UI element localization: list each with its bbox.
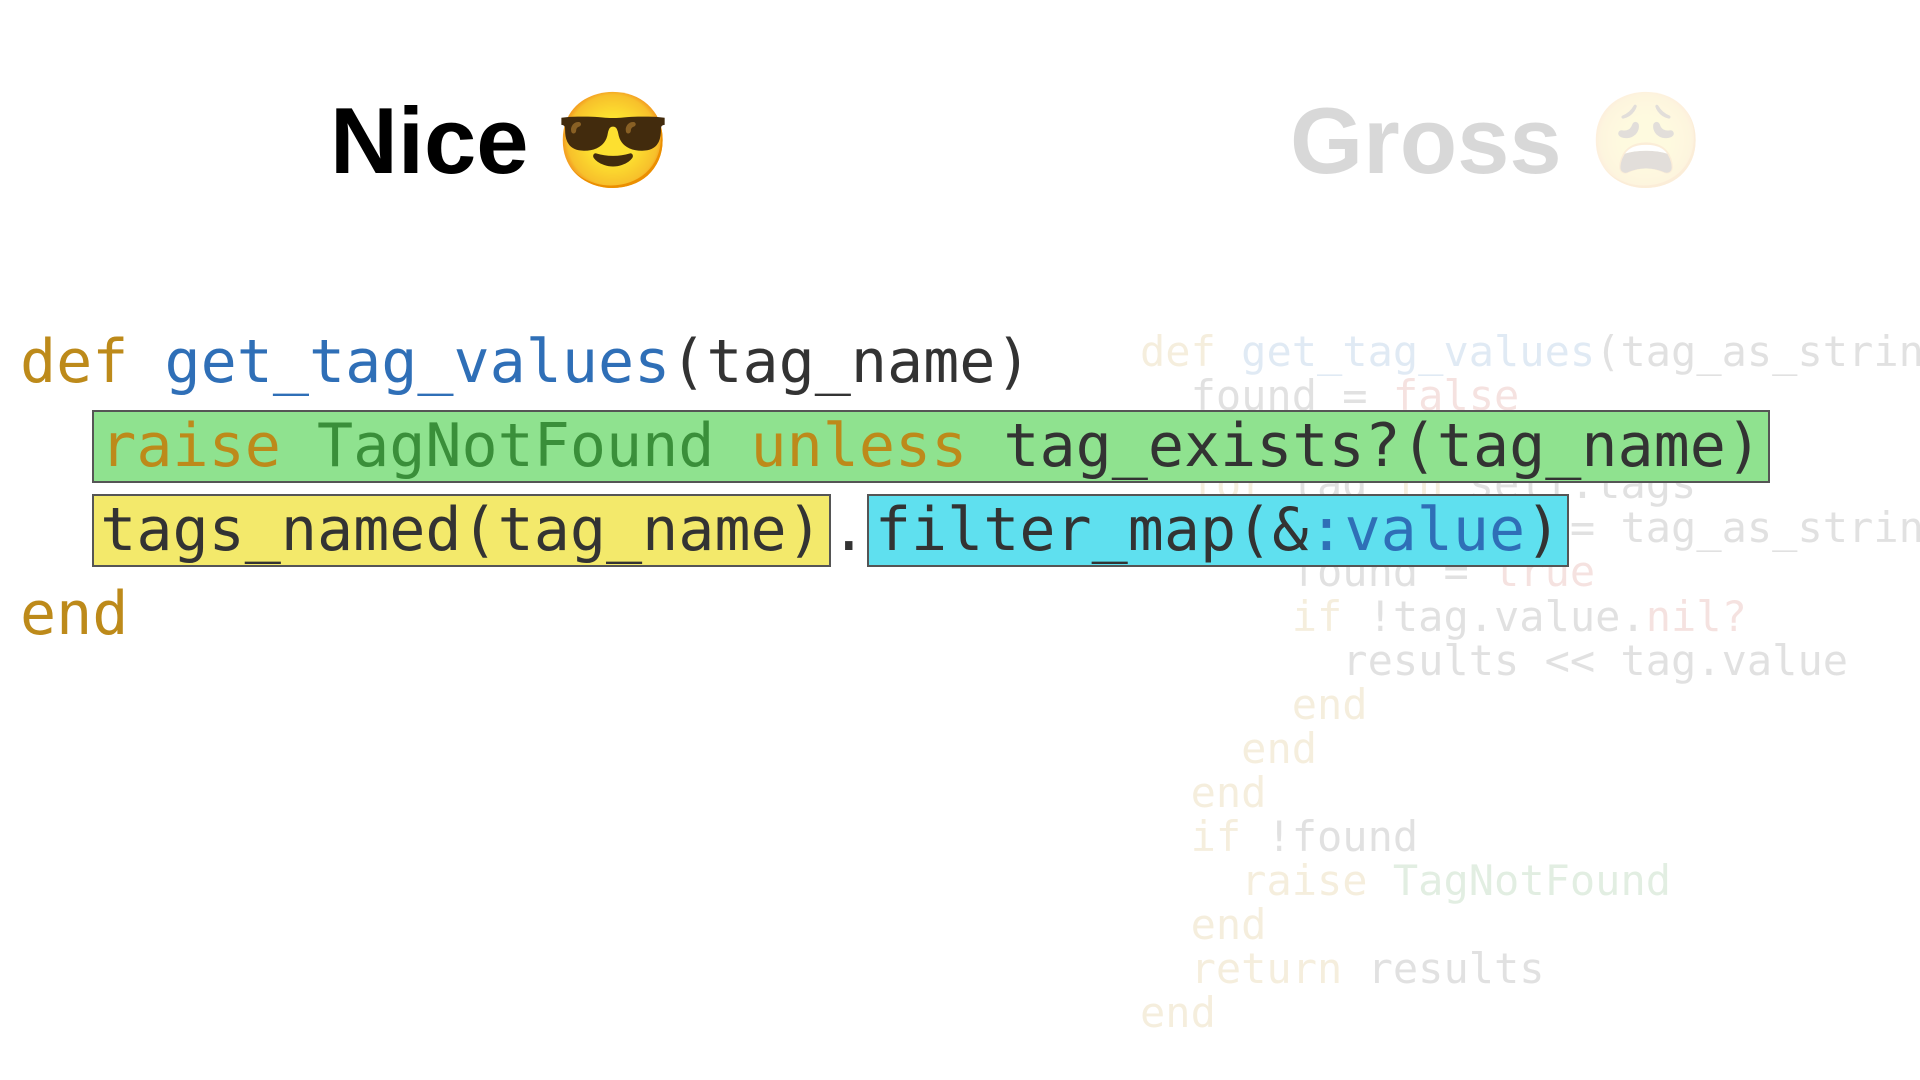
- paren-open: (: [670, 327, 706, 397]
- sym-value: :value: [1308, 495, 1525, 565]
- kw-def: def: [20, 327, 128, 397]
- sunglasses-emoji-icon: 😎: [555, 86, 672, 196]
- heading-gross: Gross 😩: [1290, 86, 1705, 196]
- call-expr: tag_exists?(tag_name): [1003, 411, 1762, 481]
- kw-raise: raise: [1241, 856, 1367, 905]
- code-text: results: [1342, 944, 1544, 993]
- code-text: [1140, 680, 1292, 729]
- weary-emoji-icon: 😩: [1588, 86, 1705, 196]
- call-expr: tags_named(tag_name): [100, 495, 822, 565]
- code-nice-pre: def get_tag_values(tag_name) raise TagNo…: [20, 320, 1620, 656]
- code-text: [1140, 856, 1241, 905]
- heading-nice: Nice 😎: [330, 86, 672, 196]
- kw-end: end: [20, 579, 128, 649]
- code-text: [1140, 812, 1191, 861]
- code-text: [1368, 856, 1393, 905]
- code-text: !found: [1241, 812, 1418, 861]
- code-text: [1140, 900, 1191, 949]
- paren-close: ): [1525, 495, 1561, 565]
- lit-nil: nil?: [1646, 592, 1747, 641]
- highlight-yellow: tags_named(tag_name): [92, 494, 830, 567]
- kw-end: end: [1191, 900, 1267, 949]
- kw-return: return: [1191, 944, 1343, 993]
- params: (tag_as_string): [1595, 327, 1920, 376]
- kw-end: end: [1292, 680, 1368, 729]
- cls-name: TagNotFound: [1393, 856, 1671, 905]
- fn-name: get_tag_values: [165, 327, 671, 397]
- kw-end: end: [1191, 768, 1267, 817]
- kw-end: end: [1241, 724, 1317, 773]
- code-text: [1140, 944, 1191, 993]
- code-block-nice: def get_tag_values(tag_name) raise TagNo…: [20, 320, 1620, 656]
- op-dot: .: [831, 495, 867, 565]
- paren-close: ): [995, 327, 1031, 397]
- highlight-green: raise TagNotFound unless tag_exists?(tag…: [92, 410, 1770, 483]
- kw-unless: unless: [750, 411, 967, 481]
- highlight-cyan: filter_map(&:value): [867, 494, 1569, 567]
- call-expr: filter_map(&: [875, 495, 1308, 565]
- slide: Nice 😎 Gross 😩 def get_tag_values (tag_as…: [0, 0, 1920, 1080]
- kw-if: if: [1191, 812, 1242, 861]
- heading-nice-text: Nice: [330, 88, 555, 193]
- kw-end: end: [1140, 988, 1216, 1037]
- kw-raise: raise: [100, 411, 281, 481]
- code-text: [1140, 768, 1191, 817]
- cls-name: TagNotFound: [317, 411, 714, 481]
- param: tag_name: [706, 327, 995, 397]
- code-text: [1140, 724, 1241, 773]
- heading-gross-text: Gross: [1290, 88, 1588, 193]
